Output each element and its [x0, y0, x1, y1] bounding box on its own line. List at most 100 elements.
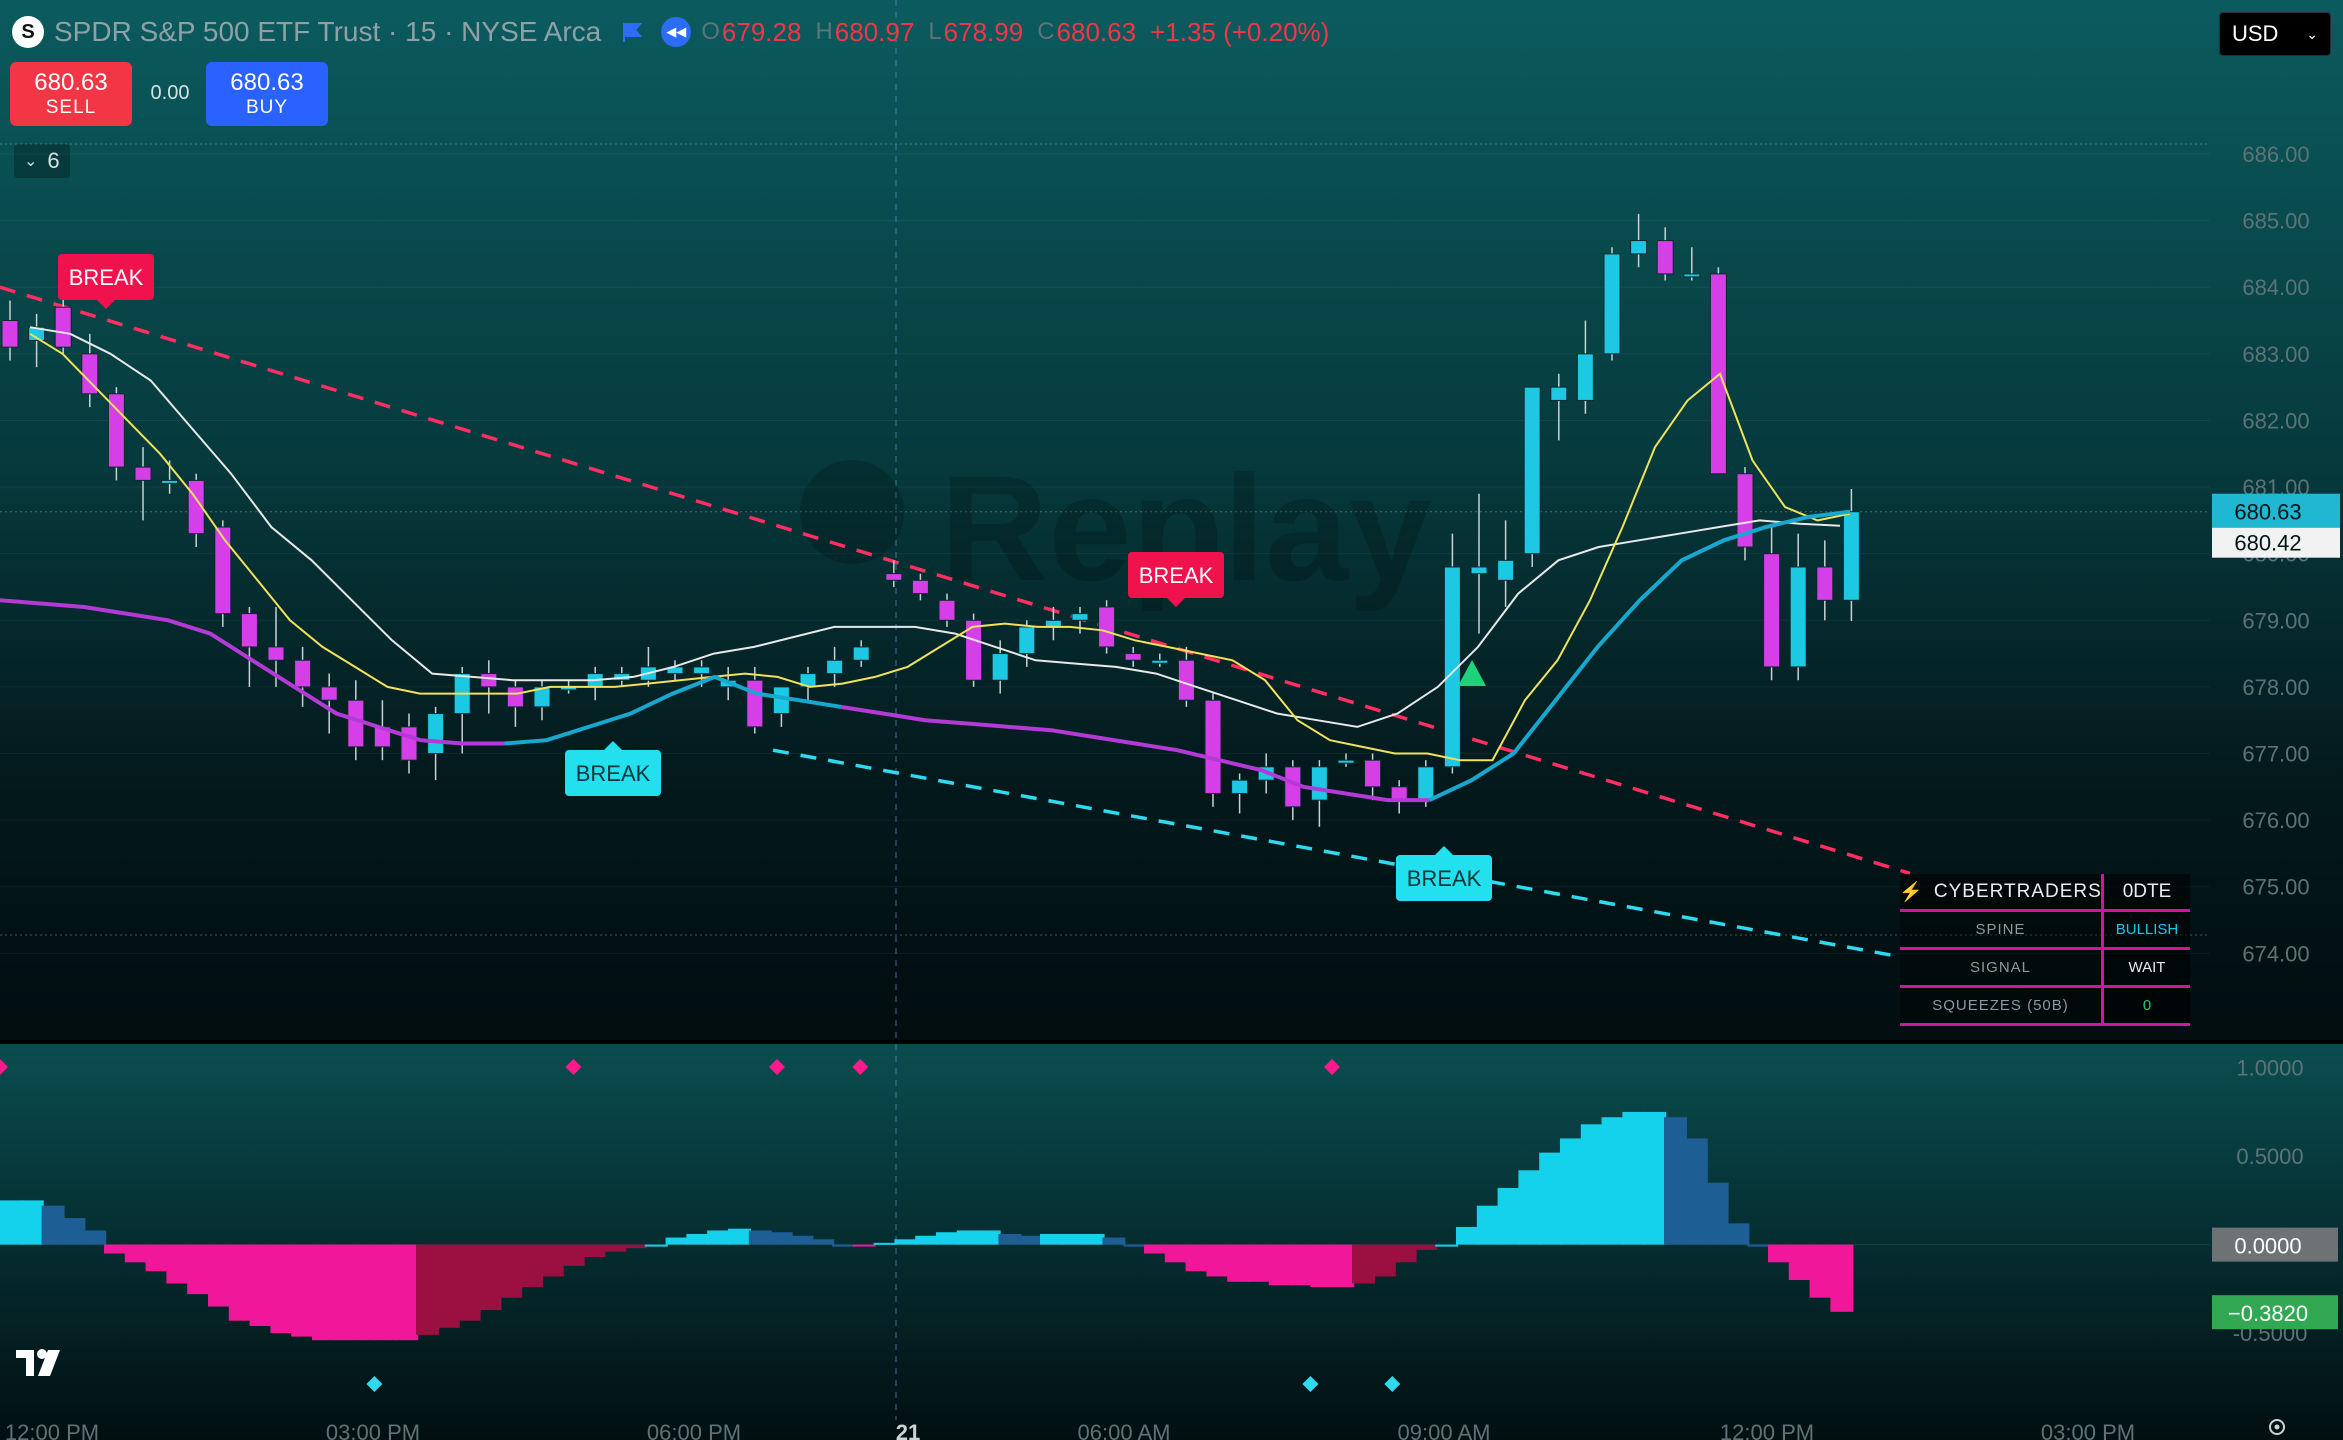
- candle-body: [1177, 659, 1195, 701]
- histogram-bar: [540, 1244, 564, 1277]
- support-trendline: [772, 748, 1901, 959]
- price-axis-label: 682.00: [2242, 408, 2309, 433]
- histogram-bar: [665, 1237, 689, 1245]
- histogram-bar: [1248, 1244, 1271, 1282]
- candle-body: [885, 573, 903, 581]
- histogram-bar: [790, 1235, 814, 1245]
- sell-label: SELL: [45, 97, 97, 118]
- histogram-bar: [811, 1239, 835, 1245]
- histogram-bar: [291, 1244, 315, 1337]
- candle-body: [911, 579, 929, 595]
- histogram-bar: [353, 1244, 377, 1341]
- low-value: 678.99: [943, 16, 1024, 47]
- histogram-bar: [1331, 1244, 1355, 1288]
- histogram-bar: [1310, 1244, 1334, 1288]
- candle-body: [400, 726, 418, 761]
- break-label-text: BREAK: [69, 265, 144, 290]
- histogram-bar: [104, 1244, 127, 1254]
- time-axis-label: 12:00 PM: [5, 1420, 99, 1440]
- histogram-bar: [1539, 1152, 1563, 1245]
- close-label: C: [1037, 18, 1055, 45]
- candle-body: [1630, 240, 1648, 255]
- histogram-bar: [707, 1230, 731, 1245]
- histogram-bar: [1726, 1223, 1750, 1245]
- histogram-bar: [1664, 1117, 1687, 1245]
- price-axis-label: 674.00: [2242, 941, 2309, 966]
- squeezes-label: SQUEEZES (50B): [1900, 988, 2104, 1026]
- histogram-bar: [20, 1200, 44, 1245]
- histogram-bar: [1580, 1124, 1604, 1245]
- histogram-bar: [62, 1218, 86, 1245]
- histogram-bar: [1622, 1111, 1646, 1245]
- osc-axis-label: 0.5000: [2236, 1144, 2303, 1169]
- flag-icon[interactable]: [621, 21, 643, 43]
- histogram-bar: [1497, 1188, 1521, 1245]
- histogram-bar: [1019, 1235, 1043, 1245]
- histogram-bar: [1102, 1237, 1126, 1245]
- replay-rewind-icon[interactable]: ◀◀: [661, 17, 692, 47]
- replay-watermark-icon: [800, 460, 904, 564]
- histogram-bar: [936, 1232, 959, 1245]
- break-label-pointer: [1435, 846, 1453, 855]
- symbol-logo[interactable]: S: [12, 16, 44, 48]
- indicators-collapse-button[interactable]: ⌄ 6: [14, 144, 70, 178]
- time-axis-label: 06:00 PM: [647, 1420, 741, 1440]
- candle-body: [427, 713, 445, 755]
- histogram-bar: [520, 1244, 543, 1288]
- histogram-bar: [1643, 1111, 1667, 1245]
- time-axis-label: 03:00 PM: [326, 1420, 420, 1440]
- time-axis-label: 12:00 PM: [1720, 1420, 1814, 1440]
- osc-axis-label: 1.0000: [2236, 1056, 2303, 1081]
- histogram-bar: [998, 1234, 1022, 1245]
- histogram-bar: [0, 1200, 23, 1245]
- histogram-bar: [374, 1244, 398, 1341]
- price-axis-label: 678.00: [2242, 675, 2309, 700]
- histogram-bar: [894, 1239, 918, 1245]
- open-value: 679.28: [721, 16, 802, 47]
- candle-body: [1576, 353, 1594, 401]
- time-axis-label: 06:00 AM: [1078, 1420, 1171, 1440]
- time-axis-label: 09:00 AM: [1398, 1420, 1491, 1440]
- histogram-bar: [436, 1244, 460, 1328]
- histogram-bar: [1747, 1244, 1771, 1247]
- open-label: O: [701, 18, 720, 45]
- sell-button[interactable]: 680.63 SELL: [10, 62, 132, 126]
- price-axis-label: 685.00: [2242, 209, 2309, 234]
- candle-body: [1816, 566, 1834, 601]
- low-label: L: [928, 18, 942, 45]
- buy-button[interactable]: 680.63 BUY: [206, 62, 328, 126]
- candle-body: [1497, 559, 1515, 581]
- settings-gear-icon[interactable]: [2262, 1414, 2292, 1440]
- candle-body: [1470, 566, 1488, 575]
- high-value: 680.97: [834, 16, 915, 47]
- histogram-bar: [1435, 1244, 1459, 1247]
- buy-price: 680.63: [230, 69, 304, 96]
- squeezes-value: 0: [2104, 988, 2190, 1026]
- signal-value: WAIT: [2104, 950, 2190, 988]
- break-label-pointer: [604, 741, 622, 750]
- histogram-bar: [873, 1242, 897, 1245]
- histogram-bar: [603, 1244, 627, 1252]
- lightning-icon: ⚡: [1899, 881, 1924, 903]
- histogram-bar: [832, 1244, 855, 1247]
- close-value: 680.63: [1056, 16, 1137, 47]
- symbol-name[interactable]: SPDR S&P 500 ETF Trust · 15 · NYSE Arca: [54, 16, 601, 48]
- tradingview-logo[interactable]: [14, 1346, 74, 1380]
- histogram-bar: [1601, 1117, 1625, 1245]
- cybertraders-mode: 0DTE: [2104, 874, 2190, 912]
- histogram-bar: [769, 1232, 793, 1245]
- histogram-bar: [395, 1244, 419, 1341]
- cyan-diamond-marker: [1302, 1376, 1319, 1392]
- histogram-bar: [1684, 1138, 1708, 1245]
- histogram-bar: [582, 1244, 606, 1257]
- buy-label: BUY: [245, 97, 289, 118]
- candle-body: [1417, 766, 1435, 801]
- histogram-bar: [1476, 1205, 1500, 1245]
- candle-body: [852, 646, 870, 661]
- histogram-bar: [1768, 1244, 1791, 1263]
- osc-zero-label: 0.0000: [2234, 1234, 2301, 1259]
- price-chart[interactable]: ReplayBREAKBREAKBREAKBREAK686.00685.0068…: [0, 0, 2343, 1440]
- currency-select[interactable]: USD ⌄: [2219, 12, 2331, 56]
- histogram-bar: [956, 1230, 980, 1245]
- candle-body: [693, 666, 711, 675]
